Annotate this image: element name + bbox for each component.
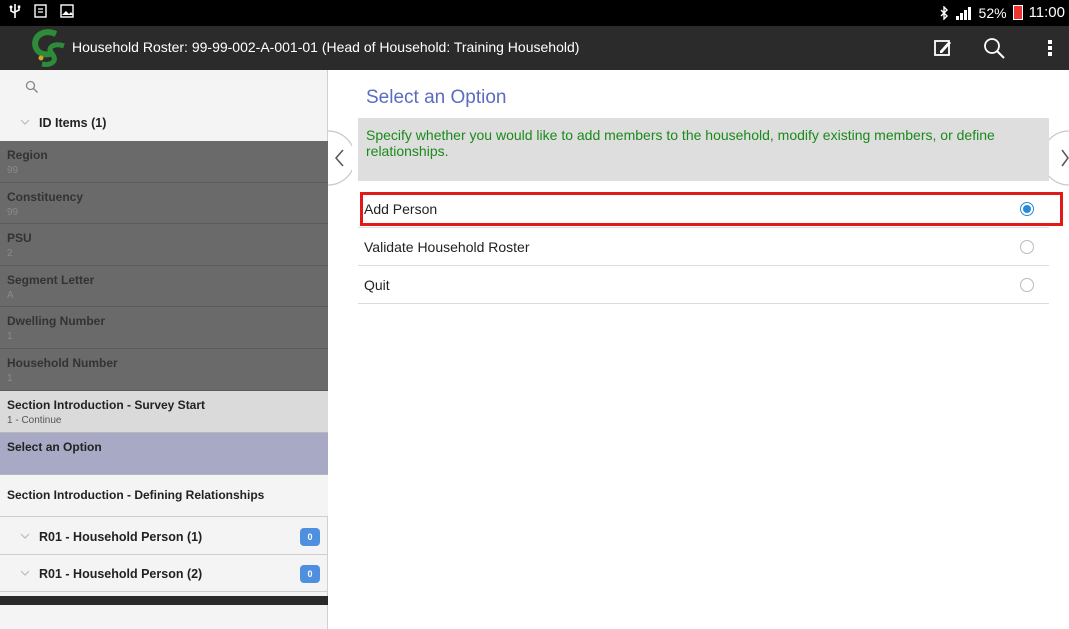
id-items-group[interactable]: ID Items (1): [0, 105, 328, 141]
highlight-box: [360, 192, 1063, 226]
overflow-menu-icon[interactable]: [1036, 34, 1064, 62]
screenshot-icon: [34, 4, 47, 18]
sidebar-item-survey-start[interactable]: Section Introduction - Survey Start 1 - …: [0, 391, 328, 433]
household-person-group-1[interactable]: R01 - Household Person (1) 0: [0, 519, 328, 555]
sidebar-item-psu[interactable]: PSU 2: [0, 224, 328, 266]
radio-button[interactable]: [1020, 278, 1034, 292]
item-value: 99: [7, 207, 19, 218]
group-label: R01 - Household Person (1): [39, 530, 203, 544]
gallery-icon: [60, 4, 74, 18]
item-value: A: [7, 290, 14, 301]
sidebar-item-household-number[interactable]: Household Number 1: [0, 349, 328, 391]
usb-icon: [9, 4, 21, 18]
count-badge: 0: [300, 565, 320, 583]
item-title: Dwelling Number: [7, 314, 106, 328]
item-title: Constituency: [7, 190, 84, 204]
sidebar-item-defining-relationships[interactable]: Section Introduction - Defining Relation…: [0, 475, 328, 517]
radio-button[interactable]: [1020, 240, 1034, 254]
edit-icon[interactable]: [929, 34, 957, 62]
status-bar: 52% 11:00: [0, 0, 1069, 26]
chevron-down-icon: [20, 570, 30, 576]
prompt-box: Specify whether you would like to add me…: [358, 118, 1049, 181]
option-quit[interactable]: Quit: [358, 266, 1049, 304]
item-title: Select an Option: [7, 440, 102, 454]
item-value: 1 - Continue: [7, 415, 62, 426]
question-panel: Select an Option Specify whether you wou…: [329, 70, 1069, 629]
sidebar: ID Items (1) Region 99 Constituency 99 P…: [0, 70, 328, 629]
id-items-label: ID Items (1): [39, 116, 107, 130]
sidebar-item-select-option[interactable]: Select an Option: [0, 433, 328, 475]
bluetooth-icon: [940, 5, 948, 20]
group-label: R01 - Household Person (2): [39, 567, 203, 581]
option-validate-household-roster[interactable]: Validate Household Roster: [358, 228, 1049, 266]
app-logo-icon: [32, 29, 65, 67]
sidebar-item-region[interactable]: Region 99: [0, 141, 328, 183]
battery-icon: [1012, 5, 1023, 20]
count-badge: 0: [300, 528, 320, 546]
sidebar-search-icon[interactable]: [25, 80, 39, 94]
chevron-down-icon: [20, 119, 30, 125]
item-title: Segment Letter: [7, 273, 95, 287]
item-value: 1: [7, 373, 13, 384]
item-title: Region: [7, 148, 48, 162]
item-value: 2: [7, 248, 13, 259]
item-value: 99: [7, 165, 19, 176]
sidebar-item-segment-letter[interactable]: Segment Letter A: [0, 266, 328, 307]
action-bar: Household Roster: 99-99-002-A-001-01 (He…: [0, 26, 1069, 70]
search-icon[interactable]: [980, 34, 1008, 62]
status-left: [8, 3, 74, 19]
item-value: 1: [7, 331, 13, 342]
household-person-group-2[interactable]: R01 - Household Person (2) 0: [0, 556, 328, 592]
item-title: PSU: [7, 231, 32, 245]
item-title: Household Number: [7, 356, 118, 370]
item-title: Section Introduction - Survey Start: [7, 398, 206, 412]
item-title: Section Introduction - Defining Relation…: [7, 488, 265, 502]
clock: 11:00: [1028, 4, 1065, 21]
status-right: 52% 11:00: [939, 4, 1065, 21]
option-label: Quit: [364, 277, 390, 293]
signal-icon: [955, 6, 971, 20]
page-title: Select an Option: [366, 87, 507, 108]
app-title: Household Roster: 99-99-002-A-001-01 (He…: [72, 39, 580, 55]
sidebar-scroll-edge: [0, 596, 328, 605]
sidebar-item-dwelling-number[interactable]: Dwelling Number 1: [0, 307, 328, 349]
prompt-text: Specify whether you would like to add me…: [366, 127, 995, 159]
option-label: Validate Household Roster: [364, 239, 530, 255]
battery-percent: 52%: [978, 4, 1007, 21]
chevron-down-icon: [20, 533, 30, 539]
sidebar-item-constituency[interactable]: Constituency 99: [0, 183, 328, 224]
